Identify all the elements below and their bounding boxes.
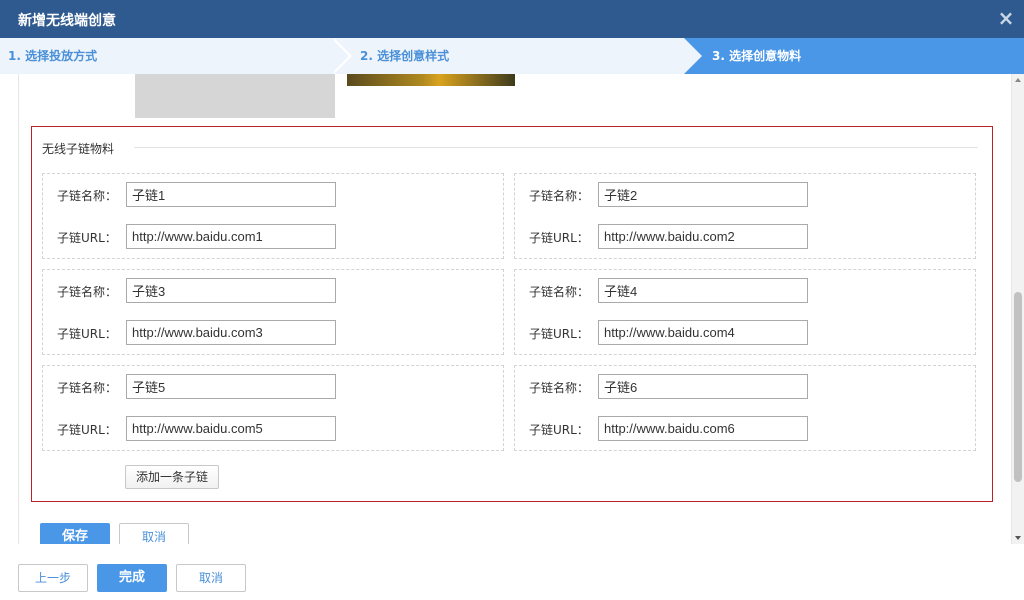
step-2[interactable]: 2. 选择创意样式 xyxy=(360,38,449,74)
dialog-content: 无线子链物料 子链名称： 子链URL： 子链名称： 子链URL： 子链名称： 子… xyxy=(18,74,1012,544)
cancel-button[interactable]: 取消 xyxy=(176,564,246,592)
preview-placeholder xyxy=(135,74,335,118)
sublink-card-3: 子链名称： 子链URL： xyxy=(42,269,504,355)
close-icon[interactable]: × xyxy=(996,6,1016,30)
sublink-name-label: 子链名称： xyxy=(529,381,590,395)
sublink-url-label: 子链URL： xyxy=(529,327,589,341)
sublink-name-input[interactable] xyxy=(598,374,808,399)
sublink-name-label: 子链名称： xyxy=(529,189,590,203)
preview-image xyxy=(347,74,515,86)
step-3-active[interactable]: 3. 选择创意物料 xyxy=(684,38,1024,74)
dialog-titlebar: 新增无线端创意 × xyxy=(0,0,1024,38)
sublink-card-6: 子链名称： 子链URL： xyxy=(514,365,976,451)
save-button[interactable]: 保存 xyxy=(40,523,110,544)
finish-button[interactable]: 完成 xyxy=(97,564,167,592)
sublink-name-input[interactable] xyxy=(126,182,336,207)
scrollbar-thumb[interactable] xyxy=(1014,292,1022,482)
sublink-name-label: 子链名称： xyxy=(529,285,590,299)
sublink-card-4: 子链名称： 子链URL： xyxy=(514,269,976,355)
sublink-url-input[interactable] xyxy=(598,416,808,441)
dialog-footer: 上一步 完成 取消 xyxy=(0,544,1024,600)
previous-step-button[interactable]: 上一步 xyxy=(18,564,88,592)
sublink-url-label: 子链URL： xyxy=(529,231,589,245)
sublink-name-label: 子链名称： xyxy=(57,285,118,299)
step-separator xyxy=(331,38,349,74)
add-sublink-button[interactable]: 添加一条子链 xyxy=(125,465,219,489)
scroll-up-icon[interactable] xyxy=(1015,78,1021,82)
sublink-url-input[interactable] xyxy=(126,416,336,441)
sublink-name-input[interactable] xyxy=(598,278,808,303)
sublink-url-input[interactable] xyxy=(598,224,808,249)
sublink-url-label: 子链URL： xyxy=(57,231,117,245)
sublink-name-input[interactable] xyxy=(126,374,336,399)
step-indicator: 1. 选择投放方式 2. 选择创意样式 3. 选择创意物料 xyxy=(0,38,1024,74)
scroll-down-icon[interactable] xyxy=(1015,536,1021,540)
section-title: 无线子链物料 xyxy=(42,142,115,156)
sublink-name-input[interactable] xyxy=(598,182,808,207)
inner-cancel-button[interactable]: 取消 xyxy=(119,523,189,544)
sublink-name-input[interactable] xyxy=(126,278,336,303)
sublink-material-section: 无线子链物料 子链名称： 子链URL： 子链名称： 子链URL： 子链名称： 子… xyxy=(31,126,993,502)
sublink-name-label: 子链名称： xyxy=(57,189,118,203)
sublink-card-5: 子链名称： 子链URL： xyxy=(42,365,504,451)
sublink-url-label: 子链URL： xyxy=(57,327,117,341)
sublink-url-input[interactable] xyxy=(598,320,808,345)
sublink-url-label: 子链URL： xyxy=(57,423,117,437)
section-divider xyxy=(134,147,978,148)
sublink-url-input[interactable] xyxy=(126,320,336,345)
vertical-scrollbar[interactable] xyxy=(1012,74,1024,544)
sublink-url-label: 子链URL： xyxy=(529,423,589,437)
step-separator xyxy=(684,38,702,74)
dialog-title: 新增无线端创意 xyxy=(18,13,116,29)
step-1[interactable]: 1. 选择投放方式 xyxy=(8,38,97,74)
sublink-name-label: 子链名称： xyxy=(57,381,118,395)
sublink-card-1: 子链名称： 子链URL： xyxy=(42,173,504,259)
sublink-card-2: 子链名称： 子链URL： xyxy=(514,173,976,259)
sublink-url-input[interactable] xyxy=(126,224,336,249)
